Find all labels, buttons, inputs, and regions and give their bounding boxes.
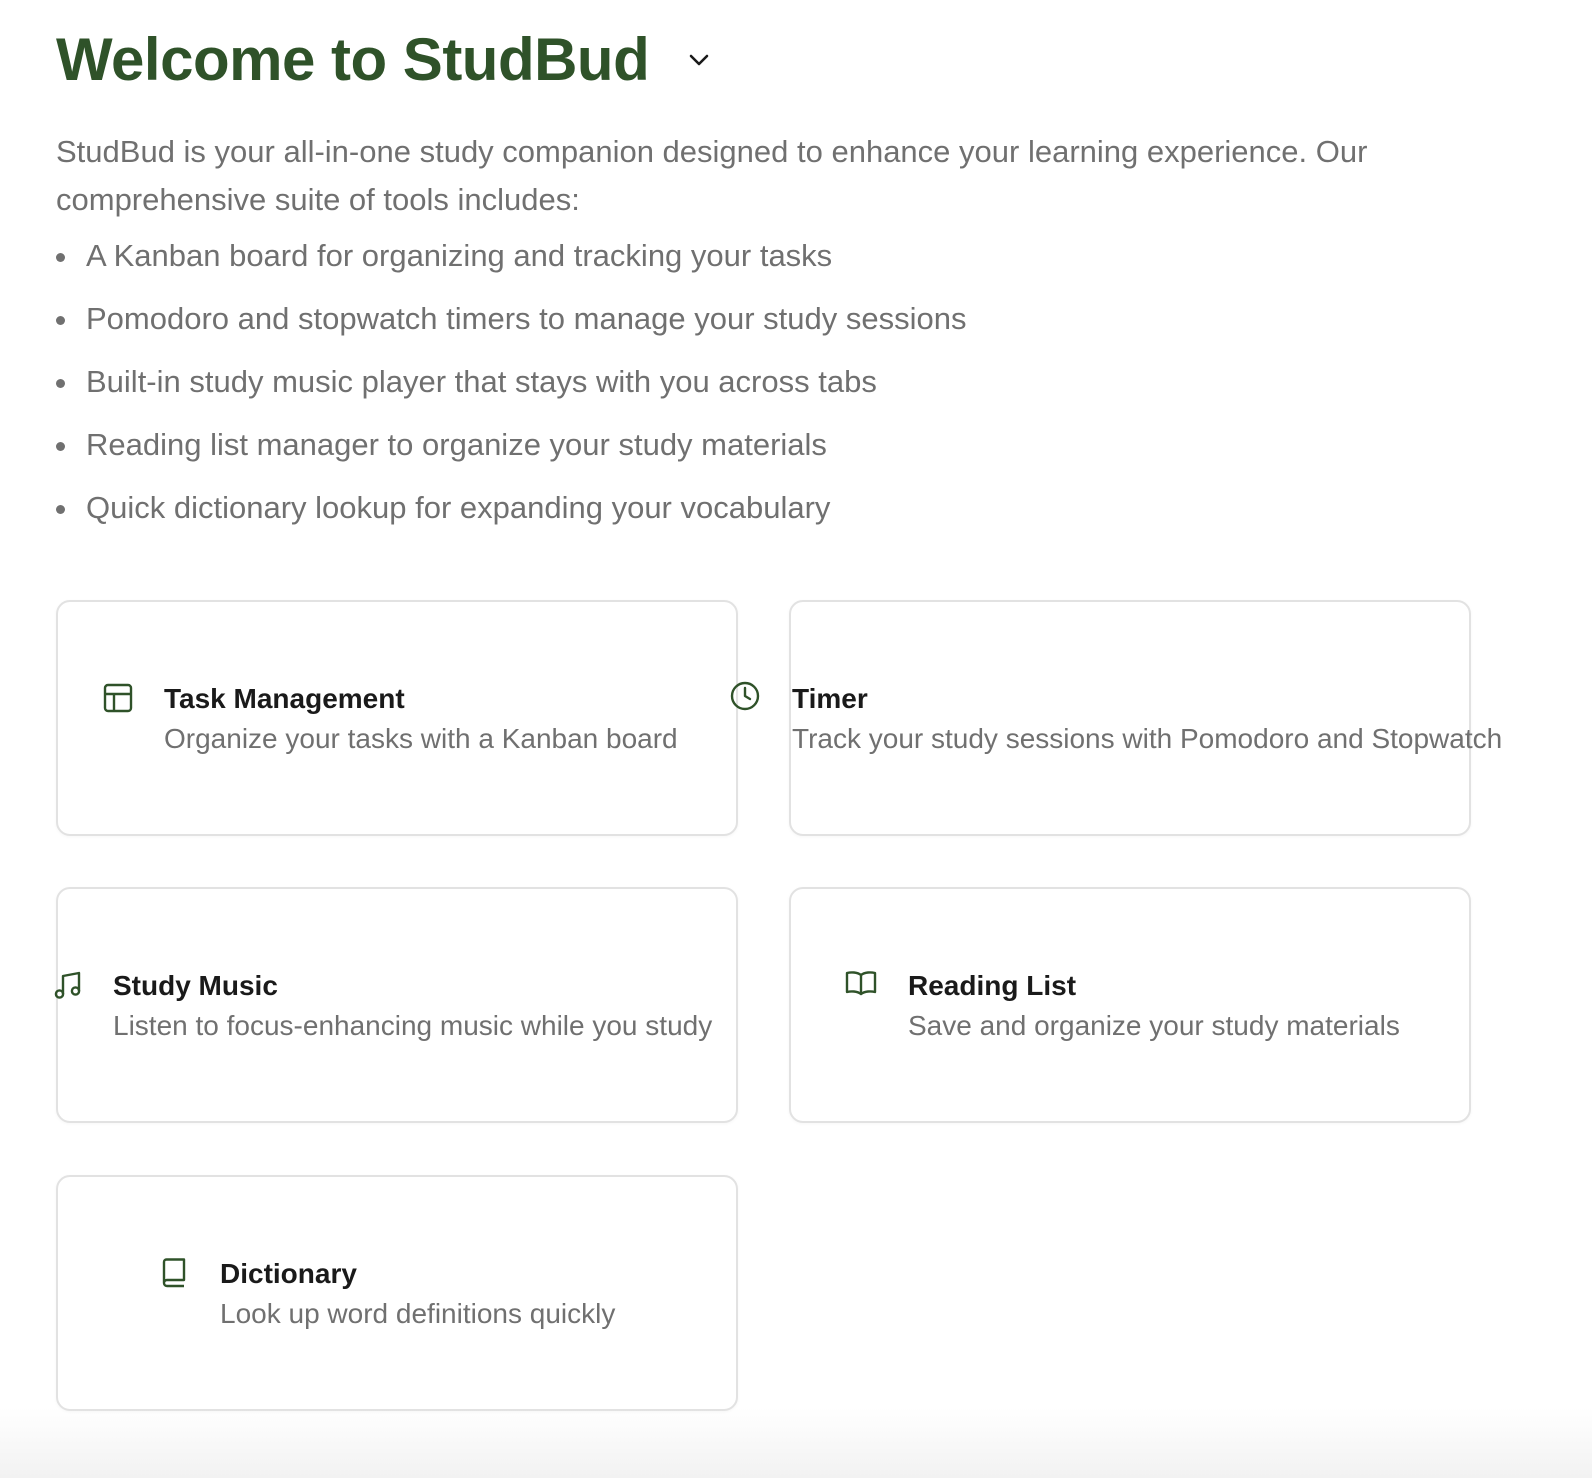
feature-item: Built-in study music player that stays w…	[56, 364, 967, 427]
bullet	[56, 316, 65, 325]
feature-item: A Kanban board for organizing and tracki…	[56, 238, 967, 301]
card-title: Timer	[792, 683, 868, 714]
card-title: Task Management	[164, 683, 405, 714]
feature-list: A Kanban board for organizing and tracki…	[56, 238, 967, 553]
clock-icon	[729, 680, 761, 712]
music-note-icon	[52, 969, 84, 1001]
card-title: Dictionary	[220, 1258, 357, 1289]
bullet	[56, 505, 65, 514]
page-title: Welcome to StudBud	[56, 26, 650, 93]
feature-text: Reading list manager to organize your st…	[86, 427, 827, 462]
card-title: Study Music	[113, 970, 278, 1001]
card-description: Save and organize your study materials	[908, 1010, 1400, 1041]
card-title: Reading List	[908, 970, 1077, 1001]
feature-text: Pomodoro and stopwatch timers to manage …	[86, 301, 967, 336]
bullet	[56, 379, 65, 388]
page-header: Welcome to StudBud	[56, 22, 713, 98]
card-description: Look up word definitions quickly	[220, 1298, 616, 1329]
feature-text: Built-in study music player that stays w…	[86, 364, 877, 399]
bottom-fade	[0, 1408, 1592, 1478]
feature-item: Pomodoro and stopwatch timers to manage …	[56, 301, 967, 364]
card-task-management[interactable]: Task Management Organize your tasks with…	[56, 600, 738, 836]
card-description: Track your study sessions with Pomodoro …	[792, 723, 1503, 754]
card-text: Study Music Listen to focus-enhancing mu…	[113, 969, 712, 1043]
card-description: Organize your tasks with a Kanban board	[164, 723, 678, 754]
card-description: Listen to focus-enhancing music while yo…	[113, 1010, 713, 1041]
feature-text: Quick dictionary lookup for expanding yo…	[86, 490, 831, 525]
card-timer[interactable]: Timer Track your study sessions with Pom…	[730, 600, 1502, 836]
card-text: Task Management Organize your tasks with…	[164, 682, 678, 756]
card-dictionary[interactable]: Dictionary Look up word definitions quic…	[56, 1175, 738, 1411]
card-text: Dictionary Look up word definitions quic…	[220, 1257, 615, 1331]
layout-icon	[102, 682, 134, 714]
bullet	[56, 442, 65, 451]
feature-text: A Kanban board for organizing and tracki…	[86, 238, 833, 273]
feature-item: Quick dictionary lookup for expanding yo…	[56, 490, 967, 553]
card-study-music[interactable]: Study Music Listen to focus-enhancing mu…	[54, 887, 738, 1123]
chevron-down-icon[interactable]	[685, 46, 713, 74]
intro-paragraph: StudBud is your all-in-one study compani…	[56, 134, 1368, 217]
book-icon	[158, 1257, 190, 1289]
feature-item: Reading list manager to organize your st…	[56, 427, 967, 490]
card-reading-list[interactable]: Reading List Save and organize your stud…	[789, 887, 1471, 1123]
card-text: Timer Track your study sessions with Pom…	[792, 682, 1502, 756]
open-book-icon	[845, 967, 877, 999]
bullet	[56, 253, 65, 262]
card-text: Reading List Save and organize your stud…	[908, 969, 1400, 1043]
